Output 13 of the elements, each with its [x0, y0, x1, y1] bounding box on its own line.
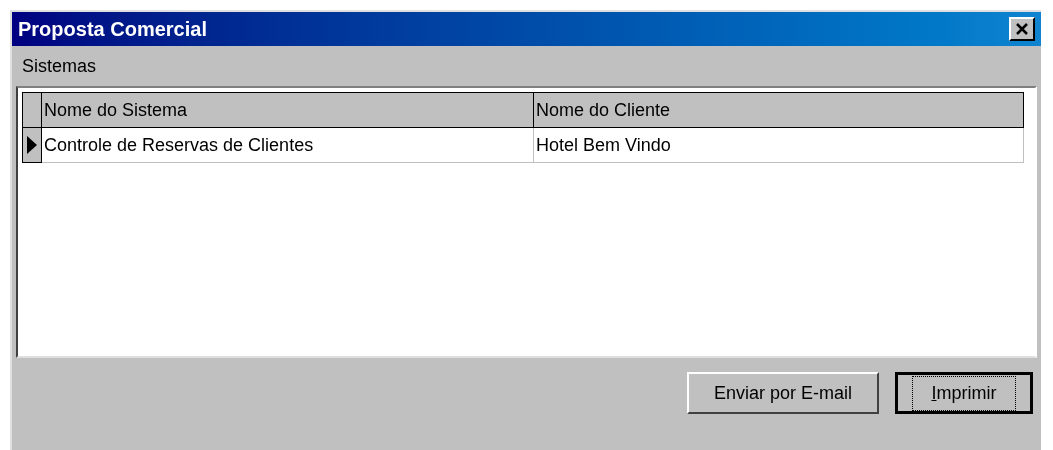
column-header[interactable]: Nome do Sistema — [42, 92, 534, 128]
table-cell: Hotel Bem Vindo — [534, 128, 1024, 163]
row-indicator[interactable] — [22, 128, 42, 163]
dialog-button[interactable]: Enviar por E-mail — [687, 372, 879, 414]
table-cell: Controle de Reservas de Clientes — [42, 128, 534, 163]
close-icon — [1015, 22, 1029, 36]
section-label: Sistemas — [22, 54, 97, 78]
column-header[interactable]: Nome do Cliente — [534, 92, 1024, 128]
window-title: Proposta Comercial — [18, 17, 207, 42]
row-header-corner — [22, 92, 42, 128]
current-row-icon — [27, 136, 37, 154]
close-button[interactable] — [1009, 17, 1035, 41]
dialog-button[interactable]: Imprimir — [895, 372, 1033, 414]
